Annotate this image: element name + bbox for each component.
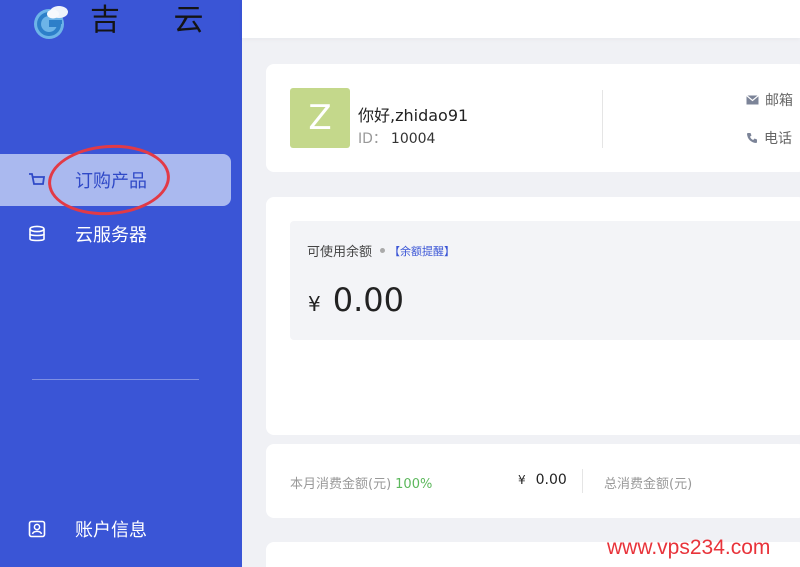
user-id: ID： 10004 [358,128,435,148]
monthly-spend-amount: 0.00 [535,472,567,488]
sidebar-item-label: 账户信息 [75,520,147,541]
user-id-value: 10004 [390,131,436,147]
phone-link[interactable]: 电话 [746,128,792,148]
cart-icon [26,169,48,191]
watermark-text: www.vps234.com [607,536,771,559]
phone-label: 电话 [764,131,792,147]
vertical-divider [602,90,603,148]
sidebar-item-label: 云服务器 [75,225,147,246]
top-bar [242,0,800,38]
monthly-spend-title: 本月消费金额(元) [290,477,392,492]
mail-icon [746,95,759,105]
monthly-spend-percent: 100% [395,477,433,492]
balance-value: 0.00 [332,281,404,319]
balance-amount: ¥0.00 [308,281,404,319]
brand-name: 吉 云 [90,3,226,38]
sidebar-item-cloud-servers[interactable]: 云服务器 [0,208,231,260]
phone-icon [747,133,757,143]
dot-icon [380,248,386,253]
monthly-spend-value: ¥0.00 [518,472,567,488]
total-spend-label: 总消费金额(元) [604,477,693,492]
sidebar-divider [32,379,199,380]
sidebar-item-order-products[interactable]: 订购产品 [0,154,231,206]
balance-title: 可使用余额 [307,245,373,260]
sidebar: 吉 云 订购产品 云服务器 账户信息 [0,0,242,567]
user-card-icon [26,518,48,540]
email-label: 邮箱 [765,93,793,109]
email-link[interactable]: 邮箱 [746,90,793,110]
balance-panel: 可使用余额 【余额提醒】 ¥0.00 [290,221,800,340]
user-info-card: Z 你好,zhidao91 ID： 10004 邮箱 电话 [266,64,800,172]
balance-card: 可使用余额 【余额提醒】 ¥0.00 [266,197,800,435]
sidebar-item-account-info[interactable]: 账户信息 [0,503,231,555]
brand-logo[interactable]: 吉 云 [32,2,232,42]
currency-symbol: ¥ [308,292,321,316]
balance-title-row: 可使用余额 【余额提醒】 [307,241,455,261]
monthly-spend-label: 本月消费金额(元) 100% [290,473,432,492]
vertical-divider [582,469,583,493]
balance-reminder-link[interactable]: 【余额提醒】 [389,243,455,259]
sidebar-item-label: 订购产品 [75,171,147,192]
user-greeting: 你好,zhidao91 [358,106,469,125]
avatar: Z [290,88,350,148]
consumption-stats-card: 本月消费金额(元) 100% ¥0.00 总消费金额(元) [266,444,800,518]
cloud-g-logo-icon [34,6,68,39]
database-icon [26,223,48,245]
currency-symbol: ¥ [518,473,526,487]
user-id-label: ID： [358,131,387,147]
